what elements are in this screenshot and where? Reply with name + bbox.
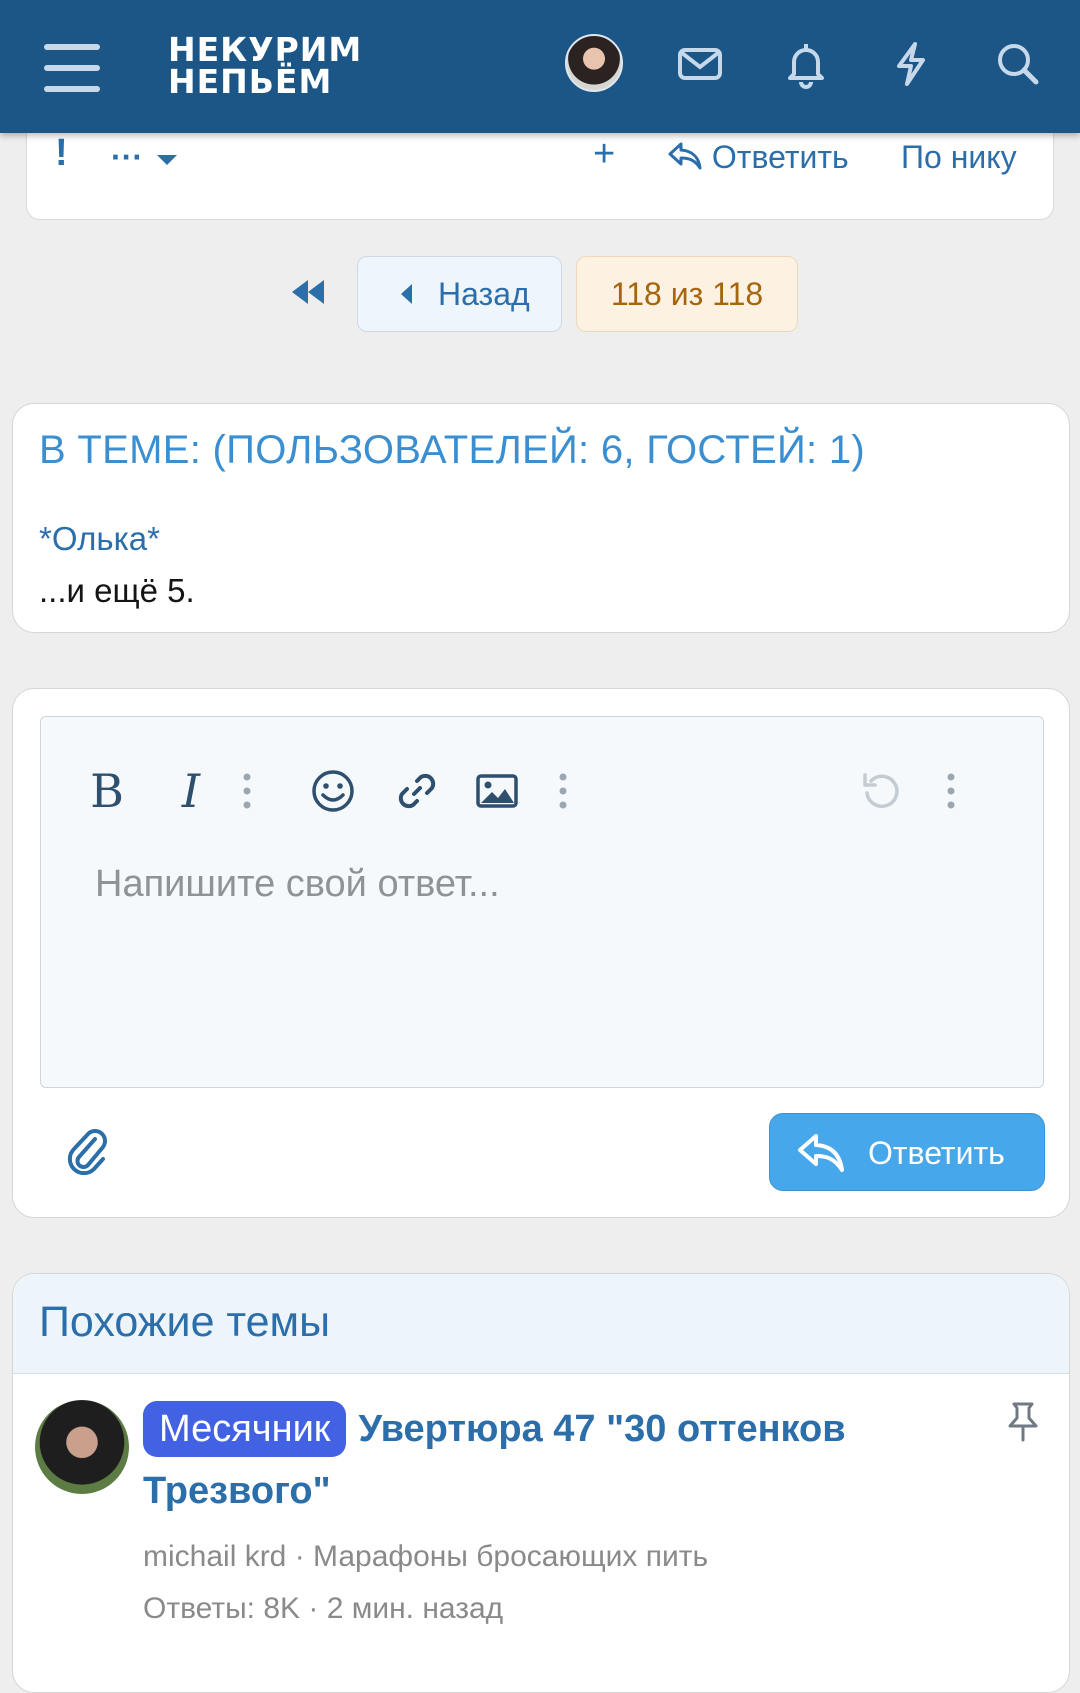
- thread-author-avatar[interactable]: [35, 1400, 129, 1494]
- prev-page-button[interactable]: Назад: [357, 256, 562, 332]
- image-icon[interactable]: [473, 765, 521, 817]
- submit-reply-label: Ответить: [868, 1135, 1005, 1171]
- logo-line-2: НЕПЬЁМ: [168, 62, 333, 101]
- first-page-icon[interactable]: [288, 272, 328, 312]
- search-icon[interactable]: [992, 38, 1044, 90]
- online-users-block: В ТЕМЕ: (ПОЛЬЗОВАТЕЛЕЙ: 6, ГОСТЕЙ: 1) *О…: [12, 403, 1070, 633]
- similar-threads-block: Похожие темы Месячник Увертюра 47 "30 отт…: [12, 1273, 1070, 1693]
- user-avatar[interactable]: [565, 34, 623, 92]
- bold-button[interactable]: B: [79, 764, 135, 818]
- online-users-title: В ТЕМЕ: (ПОЛЬЗОВАТЕЛЕЙ: 6, ГОСТЕЙ: 1): [39, 428, 865, 472]
- italic-icon: I: [181, 764, 201, 818]
- more-actions-button[interactable]: ···: [111, 137, 178, 177]
- more-icon: ···: [111, 139, 143, 175]
- online-more-text: ...и ещё 5.: [39, 572, 195, 609]
- bold-icon: B: [90, 764, 124, 818]
- similar-threads-header: Похожие темы: [13, 1274, 1069, 1374]
- reply-icon: [668, 142, 702, 170]
- caret-left-icon: [401, 284, 412, 304]
- emoji-icon[interactable]: [309, 765, 357, 817]
- thread-stats: Ответы: 8K · 2 мин. назад: [143, 1592, 504, 1625]
- menu-icon[interactable]: [44, 44, 100, 92]
- app-header: НЕКУРИМ НЕПЬЁМ: [0, 0, 1080, 133]
- reply-icon: [798, 1134, 844, 1172]
- thread-title-link[interactable]: Месячник Увертюра 47 "30 оттенков Трезвог…: [143, 1398, 943, 1522]
- chevron-down-icon: [156, 154, 177, 165]
- similar-threads-title: Похожие темы: [39, 1298, 331, 1346]
- reply-label: Ответить: [711, 139, 849, 175]
- current-page-indicator[interactable]: 118 из 118: [576, 256, 798, 332]
- attach-file-icon[interactable]: [63, 1125, 113, 1176]
- lightning-icon[interactable]: [885, 38, 937, 90]
- by-nick-link[interactable]: По нику: [901, 137, 1017, 177]
- site-logo[interactable]: НЕКУРИМ НЕПЬЁМ: [168, 33, 362, 101]
- quick-reply-form: B I Напишите свой ответ... Ответить: [12, 688, 1070, 1218]
- more-insert-options-icon[interactable]: [553, 765, 573, 817]
- add-button[interactable]: +: [593, 134, 615, 174]
- report-button[interactable]: !: [55, 133, 68, 173]
- prev-page-label: Назад: [438, 276, 530, 312]
- italic-button[interactable]: I: [163, 764, 219, 818]
- online-user-link[interactable]: *Олька*: [39, 520, 160, 558]
- editor-menu-icon[interactable]: [941, 765, 961, 817]
- thread-author-forum[interactable]: michail krd · Марафоны бросающих пить: [143, 1540, 708, 1574]
- submit-reply-button[interactable]: Ответить: [769, 1113, 1045, 1191]
- bell-icon[interactable]: [780, 38, 832, 90]
- undo-icon[interactable]: [857, 765, 905, 817]
- more-text-options-icon[interactable]: [237, 765, 257, 817]
- mail-icon[interactable]: [674, 38, 726, 90]
- reply-placeholder[interactable]: Напишите свой ответ...: [95, 863, 500, 906]
- pin-icon: [1004, 1400, 1042, 1444]
- link-icon[interactable]: [393, 765, 441, 817]
- reply-link[interactable]: Ответить: [667, 137, 849, 177]
- thread-prefix-badge[interactable]: Месячник: [143, 1401, 347, 1457]
- reply-editor[interactable]: B I Напишите свой ответ...: [40, 716, 1044, 1088]
